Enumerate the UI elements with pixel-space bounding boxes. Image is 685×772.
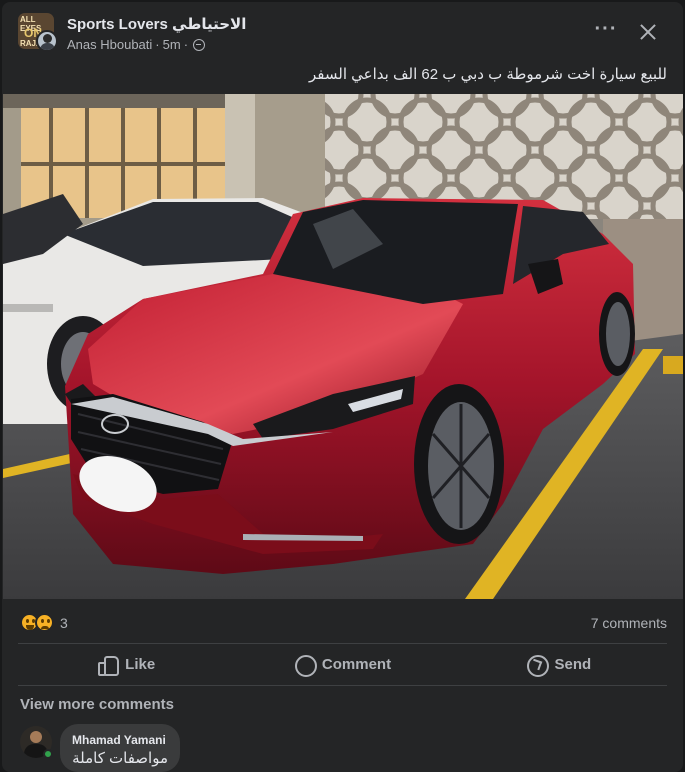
divider — [18, 685, 667, 686]
comment-button[interactable]: Comment — [234, 645, 450, 683]
meta-separator: · — [155, 37, 160, 52]
car-photo — [3, 94, 683, 599]
comment-bubble: Mhamad Yamani مواصفات كاملة — [60, 724, 180, 772]
author-avatar[interactable] — [36, 30, 58, 52]
post-photo[interactable] — [3, 94, 683, 599]
post-time[interactable]: 5m — [163, 37, 181, 52]
post-header: ALL EYES ON RAJA Sports Lovers الاحتياطي… — [2, 2, 683, 62]
action-bar: Like Comment Send — [18, 645, 667, 683]
close-icon[interactable] — [634, 18, 662, 46]
send-button[interactable]: Send — [451, 645, 667, 683]
reaction-count: 3 — [60, 614, 68, 631]
post-text: للبيع سيارة اخت شرموطة ب دبي ب 62 الف بد… — [309, 66, 667, 83]
comment-text: مواصفات كاملة — [72, 750, 168, 767]
reactions-summary[interactable]: 3 — [20, 613, 68, 632]
like-button[interactable]: Like — [18, 645, 234, 683]
view-more-comments[interactable]: View more comments — [20, 696, 174, 713]
more-options-icon[interactable]: ··· — [592, 18, 620, 46]
online-status-dot — [43, 749, 53, 759]
meta-separator-2: · — [183, 37, 189, 52]
send-label: Send — [554, 655, 592, 673]
comment-icon — [294, 654, 317, 677]
globe-icon — [193, 38, 206, 51]
comments-count[interactable]: 7 comments — [591, 615, 667, 631]
comment-label: Comment — [321, 655, 392, 673]
like-label: Like — [125, 655, 156, 673]
post-meta: Anas Hboubati · 5m · — [67, 37, 206, 52]
author-name[interactable]: Anas Hboubati — [67, 37, 152, 52]
messenger-icon — [526, 654, 550, 677]
comment-author[interactable]: Mhamad Yamani — [72, 733, 168, 747]
thumbs-up-icon — [97, 654, 120, 676]
group-name[interactable]: Sports Lovers الاحتياطي — [67, 15, 246, 33]
post-card: ALL EYES ON RAJA Sports Lovers الاحتياطي… — [2, 2, 683, 772]
sad-emoji-icon — [35, 613, 54, 632]
divider — [18, 643, 667, 644]
